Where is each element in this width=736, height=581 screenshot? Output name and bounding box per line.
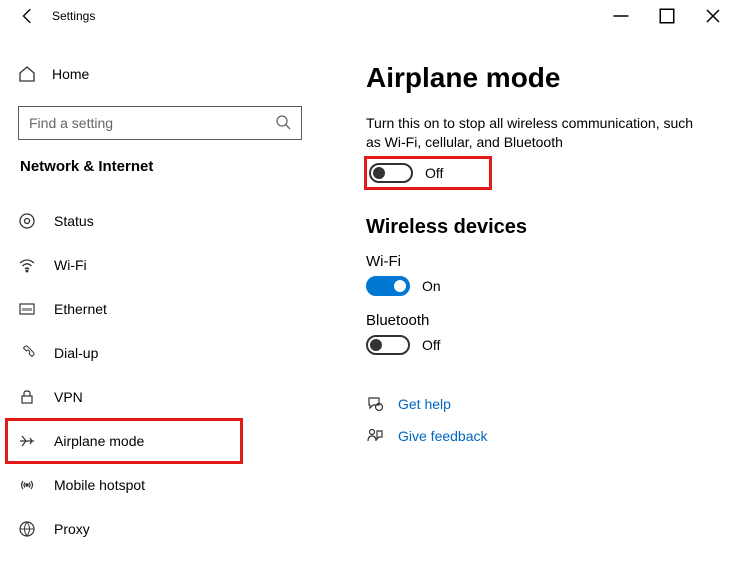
nav-label: Ethernet: [54, 301, 107, 317]
window-title: Settings: [52, 9, 95, 23]
give-feedback-link[interactable]: Give feedback: [398, 428, 488, 444]
minimize-button[interactable]: [598, 0, 644, 32]
home-icon: [18, 65, 36, 83]
nav-item-wifi[interactable]: Wi-Fi: [6, 243, 314, 287]
proxy-icon: [18, 520, 36, 538]
wireless-heading: Wireless devices: [366, 216, 716, 239]
close-button[interactable]: [690, 0, 736, 32]
wifi-toggle-row: On: [366, 276, 716, 296]
bluetooth-toggle-state: Off: [422, 337, 440, 353]
bluetooth-label: Bluetooth: [366, 312, 716, 329]
close-icon: [704, 7, 722, 25]
nav-label: VPN: [54, 389, 83, 405]
search-input[interactable]: [29, 115, 267, 131]
nav-item-vpn[interactable]: VPN: [6, 375, 314, 419]
airplane-toggle-row: Off: [366, 158, 490, 188]
bluetooth-toggle-row: Off: [366, 335, 716, 355]
give-feedback-row[interactable]: Give feedback: [366, 427, 716, 445]
dialup-icon: [18, 344, 36, 362]
nav-label: Proxy: [54, 521, 90, 537]
nav-item-mobile-hotspot[interactable]: Mobile hotspot: [6, 463, 314, 507]
section-label: Network & Internet: [6, 158, 314, 175]
airplane-mode-toggle[interactable]: [369, 163, 413, 183]
maximize-icon: [658, 7, 676, 25]
wifi-label: Wi-Fi: [366, 253, 716, 270]
page-title: Airplane mode: [366, 62, 716, 94]
status-icon: [18, 212, 36, 230]
search-icon: [275, 114, 293, 132]
minimize-icon: [612, 7, 630, 25]
airplane-description: Turn this on to stop all wireless commun…: [366, 114, 706, 152]
search-box[interactable]: [18, 106, 302, 140]
ethernet-icon: [18, 300, 36, 318]
airplane-toggle-state: Off: [425, 165, 443, 181]
nav-label: Airplane mode: [54, 433, 144, 449]
nav-label: Dial-up: [54, 345, 98, 361]
nav-item-airplane-mode[interactable]: Airplane mode: [6, 419, 242, 463]
nav-item-proxy[interactable]: Proxy: [6, 507, 314, 551]
home-label: Home: [52, 66, 89, 82]
sidebar: Home Network & Internet Status Wi-Fi Eth…: [0, 32, 320, 581]
home-nav[interactable]: Home: [6, 52, 314, 96]
airplane-icon: [18, 432, 36, 450]
help-chat-icon: [366, 395, 384, 413]
nav-label: Wi-Fi: [54, 257, 87, 273]
nav-item-ethernet[interactable]: Ethernet: [6, 287, 314, 331]
feedback-icon: [366, 427, 384, 445]
get-help-link[interactable]: Get help: [398, 396, 451, 412]
nav-label: Status: [54, 213, 94, 229]
wifi-toggle[interactable]: [366, 276, 410, 296]
nav-item-status[interactable]: Status: [6, 199, 314, 243]
bluetooth-toggle[interactable]: [366, 335, 410, 355]
wifi-toggle-state: On: [422, 278, 441, 294]
wifi-icon: [18, 256, 36, 274]
titlebar: Settings: [0, 0, 736, 32]
nav-item-dialup[interactable]: Dial-up: [6, 331, 314, 375]
maximize-button[interactable]: [644, 0, 690, 32]
vpn-icon: [18, 388, 36, 406]
hotspot-icon: [18, 476, 36, 494]
back-button[interactable]: [16, 7, 40, 25]
nav-label: Mobile hotspot: [54, 477, 145, 493]
main-content: Airplane mode Turn this on to stop all w…: [320, 32, 736, 581]
get-help-row[interactable]: Get help: [366, 395, 716, 413]
arrow-left-icon: [19, 7, 37, 25]
